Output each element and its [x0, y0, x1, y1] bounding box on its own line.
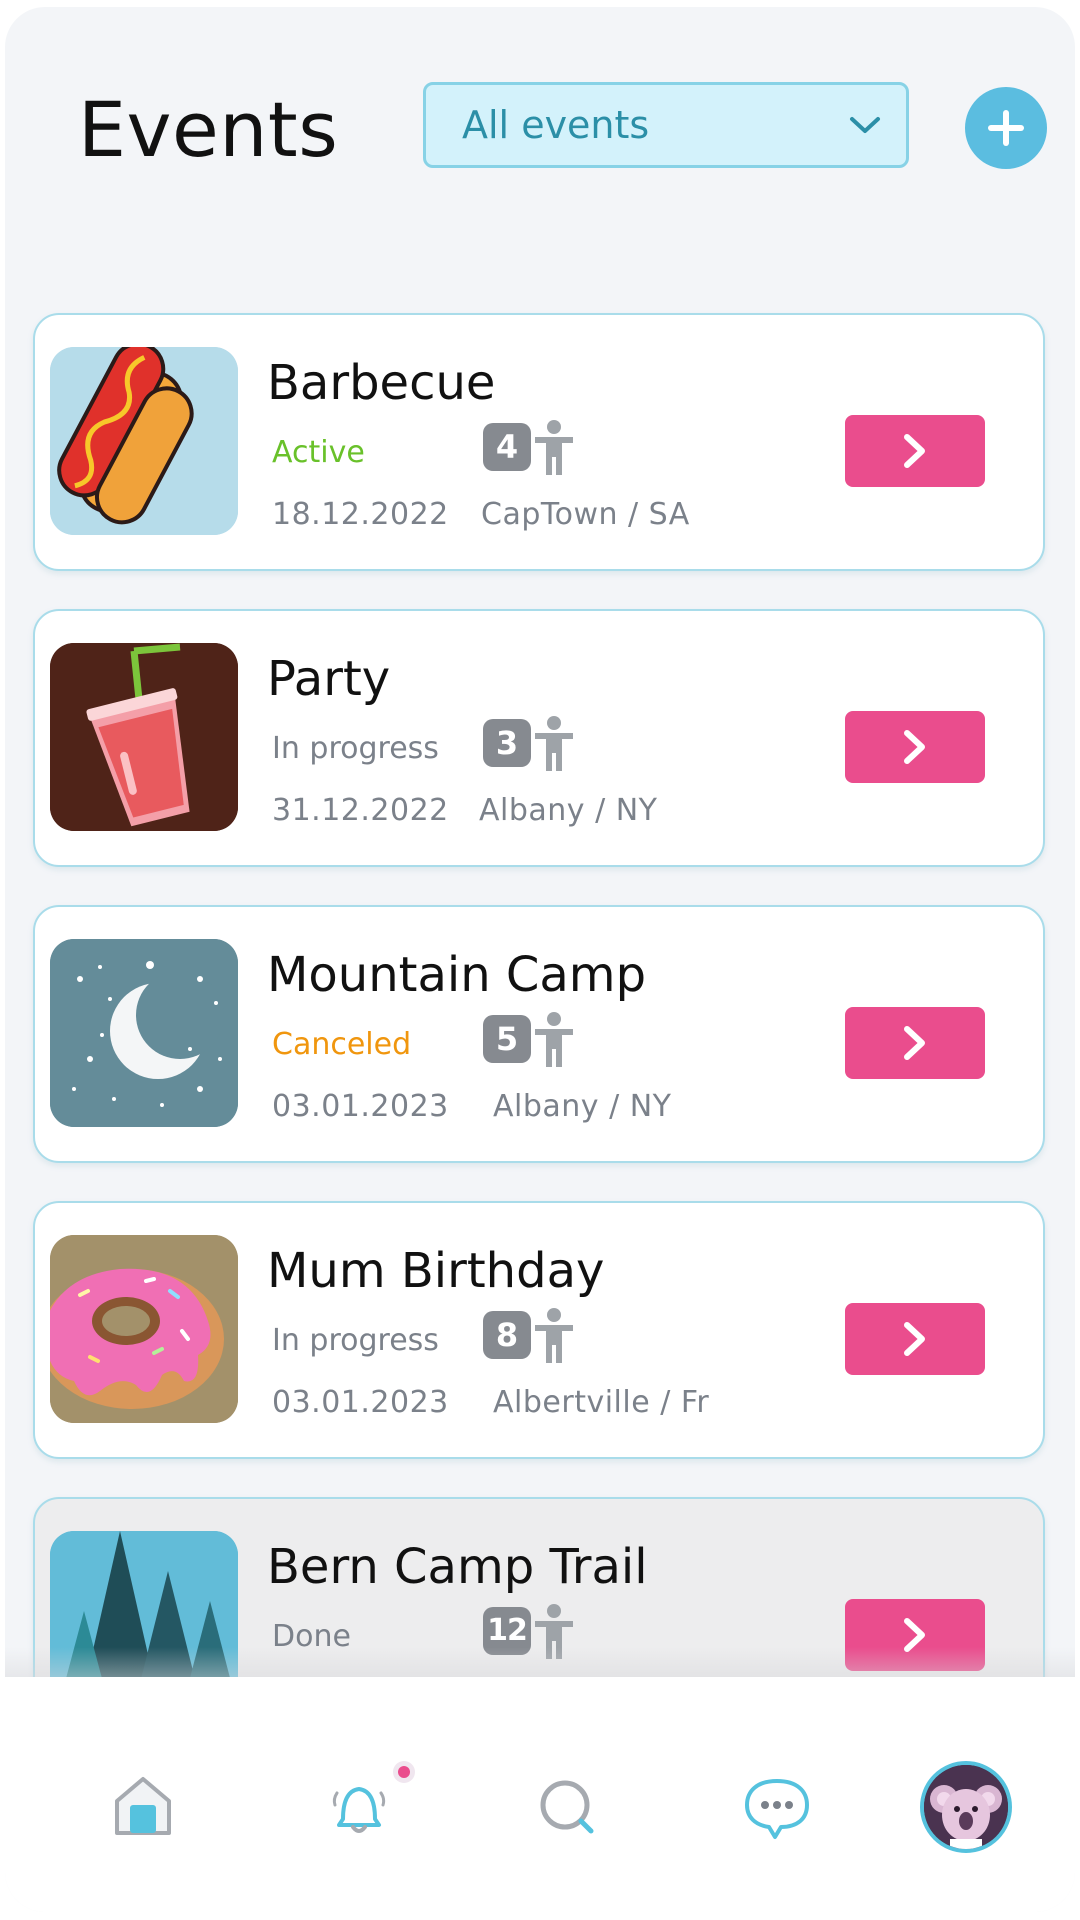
plus-icon	[988, 110, 1024, 146]
page-title: Events	[78, 85, 339, 174]
open-event-button[interactable]	[845, 415, 985, 487]
hotdog-image	[50, 347, 238, 535]
chat-icon	[745, 1779, 809, 1839]
chevron-down-icon	[850, 117, 880, 133]
chevron-right-icon	[904, 434, 925, 468]
bottom-navigation	[5, 1677, 1075, 1912]
event-location: CapTown / SA	[481, 497, 690, 532]
event-title: Mum Birthday	[267, 1243, 605, 1299]
participant-count-badge: 4	[483, 423, 531, 471]
app-screen: Events All events Barbecue Active 4 18.1…	[5, 7, 1075, 1912]
nav-home[interactable]	[103, 1767, 183, 1847]
header: Events All events	[5, 7, 1075, 207]
event-location: Albany / NY	[493, 1089, 672, 1124]
search-icon	[540, 1780, 594, 1834]
event-date: 31.12.2022	[272, 793, 449, 828]
donut-image	[50, 1235, 238, 1423]
drink-image	[50, 643, 238, 831]
open-event-button[interactable]	[845, 711, 985, 783]
event-location: Albertville / Fr	[493, 1385, 710, 1420]
open-event-button[interactable]	[845, 1007, 985, 1079]
open-event-button[interactable]	[845, 1303, 985, 1375]
koala-avatar-icon	[924, 1765, 1008, 1849]
notification-dot	[393, 1761, 415, 1783]
filter-selected-value: All events	[462, 103, 650, 147]
person-icon	[535, 420, 573, 475]
event-title: Party	[267, 651, 391, 707]
event-title: Barbecue	[267, 355, 496, 411]
event-status: In progress	[272, 1323, 439, 1358]
event-filter-dropdown[interactable]: All events	[423, 82, 909, 168]
event-date: 03.01.2023	[272, 1089, 449, 1124]
event-status: Canceled	[272, 1027, 412, 1062]
event-title: Mountain Camp	[267, 947, 647, 1003]
participant-count-badge: 3	[483, 719, 531, 767]
nav-search[interactable]	[527, 1767, 607, 1847]
nav-notifications[interactable]	[319, 1761, 415, 1847]
chevron-right-icon	[904, 730, 925, 764]
moon-image	[50, 939, 238, 1127]
event-card[interactable]: Mum Birthday In progress 8 03.01.2023 Al…	[33, 1201, 1045, 1459]
chevron-right-icon	[904, 1322, 925, 1356]
event-location: Albany / NY	[479, 793, 658, 828]
event-date: 03.01.2023	[272, 1385, 449, 1420]
person-icon	[535, 716, 573, 771]
add-event-button[interactable]	[965, 87, 1047, 169]
event-card[interactable]: Barbecue Active 4 18.12.2022 CapTown / S…	[33, 313, 1045, 571]
event-date: 18.12.2022	[272, 497, 449, 532]
person-icon	[535, 1012, 573, 1067]
chevron-right-icon	[904, 1026, 925, 1060]
person-icon	[535, 1308, 573, 1363]
home-icon	[115, 1777, 171, 1835]
profile-avatar[interactable]	[920, 1761, 1012, 1853]
participant-count-badge: 5	[483, 1015, 531, 1063]
nav-messages[interactable]	[737, 1767, 817, 1847]
event-card[interactable]: Party In progress 3 31.12.2022 Albany / …	[33, 609, 1045, 867]
participant-count-badge: 8	[483, 1311, 531, 1359]
event-card[interactable]: Mountain Camp Canceled 5 03.01.2023 Alba…	[33, 905, 1045, 1163]
event-title: Bern Camp Trail	[267, 1539, 648, 1595]
event-status: In progress	[272, 731, 439, 766]
event-status: Active	[272, 435, 365, 470]
bell-icon	[332, 1787, 386, 1833]
